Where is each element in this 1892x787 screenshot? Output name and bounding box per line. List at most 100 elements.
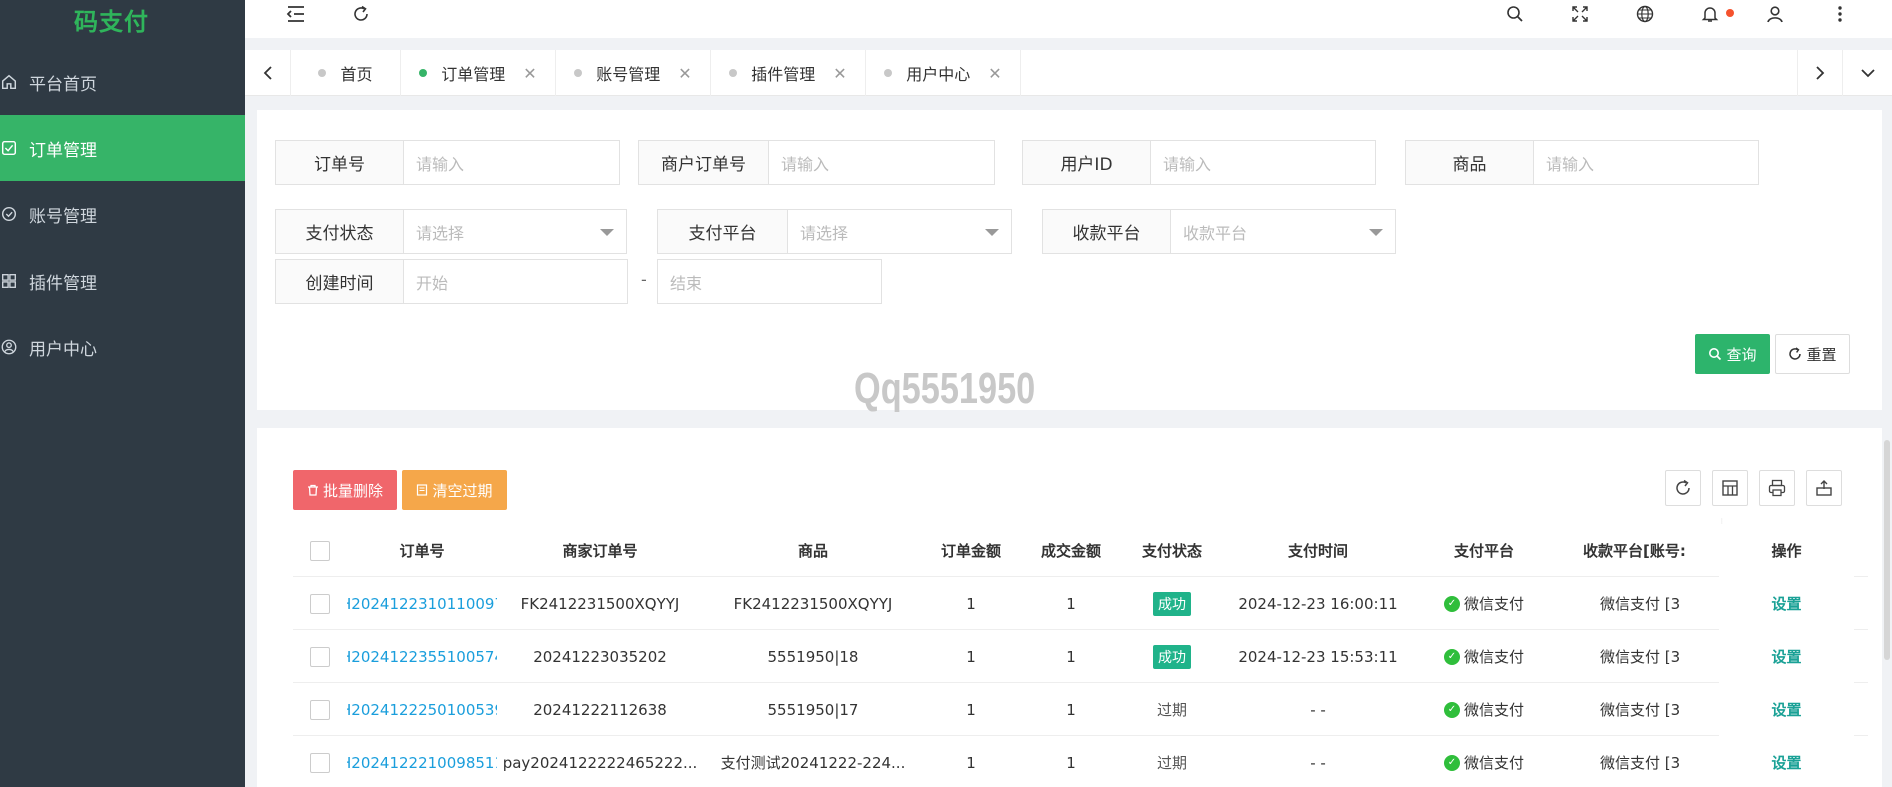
pay-platform-cell: ✓ 微信支付	[1415, 577, 1553, 630]
tab-accounts[interactable]: 账号管理 ✕	[556, 50, 711, 96]
sidebar-item-plugins[interactable]: 插件管理	[0, 248, 245, 314]
settings-link[interactable]: 设置	[1771, 752, 1801, 773]
refresh-icon[interactable]	[350, 3, 372, 25]
merchant-order-no-input[interactable]: 请输入	[769, 141, 994, 184]
tab-label: 首页	[340, 65, 373, 84]
product-cell: 支付测试20241222-224...	[720, 754, 906, 772]
col-pay-platform[interactable]: 支付平台	[1415, 524, 1553, 577]
pay-status-cell: 成功	[1123, 630, 1221, 683]
fullscreen-icon[interactable]	[1569, 3, 1591, 25]
user-icon	[1, 339, 17, 355]
select-all-cell	[293, 524, 347, 577]
page-scrollbar[interactable]	[1884, 440, 1890, 660]
product-filter: 商品 请输入	[1405, 140, 1759, 185]
reset-button[interactable]: 重置	[1775, 334, 1850, 374]
col-pay-status[interactable]: 支付状态	[1123, 524, 1221, 577]
pay-platform-select[interactable]: 请选择	[788, 210, 1011, 253]
tab-plugins[interactable]: 插件管理 ✕	[711, 50, 866, 96]
date-range-separator: -	[641, 270, 647, 289]
sidebar: 码支付 平台首页 订单管理 账号管理 插件管理 用户中心	[0, 0, 245, 787]
merchant-order-no-filter: 商户订单号 请输入	[638, 140, 995, 185]
tab-orders[interactable]: 订单管理 ✕	[401, 50, 556, 96]
wechat-pay-icon: ✓	[1443, 648, 1460, 665]
language-icon[interactable]	[1634, 3, 1656, 25]
col-receive-platform-label: 收款平台[账号:	[1583, 542, 1686, 560]
product-input[interactable]: 请输入	[1534, 141, 1758, 184]
pay-platform-label: 微信支付	[1463, 648, 1524, 666]
sidebar-item-label: 账号管理	[29, 206, 97, 227]
filter-panel: 订单号 请输入 商户订单号 请输入 用户ID 请输入 商品 请输入 支付状态 请…	[257, 110, 1882, 410]
merchant-order-no-label: 商户订单号	[639, 141, 769, 184]
created-time-end-input[interactable]: 结束	[658, 260, 881, 303]
order-no-link[interactable]: H2024122250100539	[347, 683, 497, 736]
sidebar-item-home[interactable]: 平台首页	[0, 49, 245, 115]
settings-link[interactable]: 设置	[1771, 593, 1801, 614]
bell-icon[interactable]	[1699, 3, 1721, 25]
sidebar-item-orders[interactable]: 订单管理	[0, 115, 245, 181]
table-refresh-button[interactable]	[1665, 470, 1701, 506]
tabs-next-button[interactable]	[1797, 50, 1843, 96]
user-avatar-icon[interactable]	[1764, 3, 1786, 25]
search-icon[interactable]	[1504, 3, 1526, 25]
settings-link[interactable]: 设置	[1771, 699, 1801, 720]
col-product[interactable]: 商品	[703, 524, 923, 577]
col-order-no[interactable]: 订单号	[347, 524, 497, 577]
tab-home[interactable]: 首页	[291, 50, 401, 96]
pay-platform-cell: ✓ 微信支付	[1415, 683, 1553, 736]
order-no-link[interactable]: H2024122355100574	[347, 630, 497, 683]
sidebar-item-user-center[interactable]: 用户中心	[0, 314, 245, 380]
receive-platform-select[interactable]: 收款平台	[1171, 210, 1395, 253]
export-button[interactable]	[1806, 470, 1842, 506]
col-paid-amount[interactable]: 成交金额	[1019, 524, 1123, 577]
created-time-start-input[interactable]: 开始	[404, 260, 627, 303]
receive-platform-cell: 微信支付 [3	[1553, 630, 1719, 683]
menu-fold-icon[interactable]	[285, 3, 307, 25]
select-all-checkbox[interactable]	[310, 540, 330, 561]
pay-platform-label: 微信支付	[1463, 754, 1524, 772]
sidebar-item-label: 插件管理	[29, 273, 97, 294]
order-no-input[interactable]: 请输入	[404, 141, 619, 184]
close-icon[interactable]: ✕	[678, 64, 691, 83]
tabs-prev-button[interactable]	[245, 50, 291, 96]
pay-status-select[interactable]: 请选择	[404, 210, 626, 253]
order-no-link[interactable]: H2024122210098511	[347, 736, 497, 787]
document-icon	[417, 484, 428, 496]
row-checkbox[interactable]	[310, 699, 330, 720]
col-receive-platform[interactable]: 收款平台[账号:	[1553, 524, 1719, 577]
row-checkbox[interactable]	[310, 646, 330, 667]
refresh-icon	[1789, 347, 1802, 360]
user-id-input[interactable]: 请输入	[1151, 141, 1375, 184]
col-order-amount[interactable]: 订单金额	[923, 524, 1019, 577]
tab-user-center[interactable]: 用户中心 ✕	[866, 50, 1021, 96]
grid-icon	[1722, 480, 1738, 496]
query-button[interactable]: 查询	[1695, 334, 1770, 374]
col-pay-time[interactable]: 支付时间	[1221, 524, 1415, 577]
batch-delete-button[interactable]: 批量删除	[293, 470, 397, 510]
close-icon[interactable]: ✕	[833, 64, 846, 83]
product-cell: 5551950|18	[767, 647, 859, 666]
clear-expired-button[interactable]: 清空过期	[402, 470, 507, 510]
tabs-bar: 首页 订单管理 ✕ 账号管理 ✕ 插件管理 ✕ 用户中心 ✕	[245, 50, 1892, 96]
col-merchant-order-no[interactable]: 商家订单号	[497, 524, 703, 577]
print-button[interactable]	[1759, 470, 1795, 506]
status-badge: 成功	[1153, 644, 1191, 669]
row-checkbox[interactable]	[310, 752, 330, 773]
close-icon[interactable]: ✕	[988, 64, 1001, 83]
sidebar-item-accounts[interactable]: 账号管理	[0, 181, 245, 247]
tabs-dropdown-button[interactable]	[1843, 50, 1892, 96]
tab-status-dot	[318, 69, 327, 77]
more-icon[interactable]	[1829, 3, 1851, 25]
order-no-link[interactable]: H2024122310110097	[347, 577, 497, 630]
chevron-left-icon	[263, 66, 272, 80]
columns-toggle-button[interactable]	[1712, 470, 1748, 506]
created-time-label: 创建时间	[276, 260, 404, 303]
close-icon[interactable]: ✕	[523, 64, 536, 83]
merchant-order-no-cell: FK2412231500XQYYJ	[520, 594, 680, 613]
tab-label: 用户中心	[906, 65, 971, 84]
sidebar-item-label: 用户中心	[29, 339, 97, 360]
pay-status-label: 支付状态	[276, 210, 404, 253]
trash-icon	[307, 484, 318, 496]
query-button-label: 查询	[1726, 345, 1757, 364]
settings-link[interactable]: 设置	[1771, 646, 1801, 667]
row-checkbox[interactable]	[310, 593, 330, 614]
